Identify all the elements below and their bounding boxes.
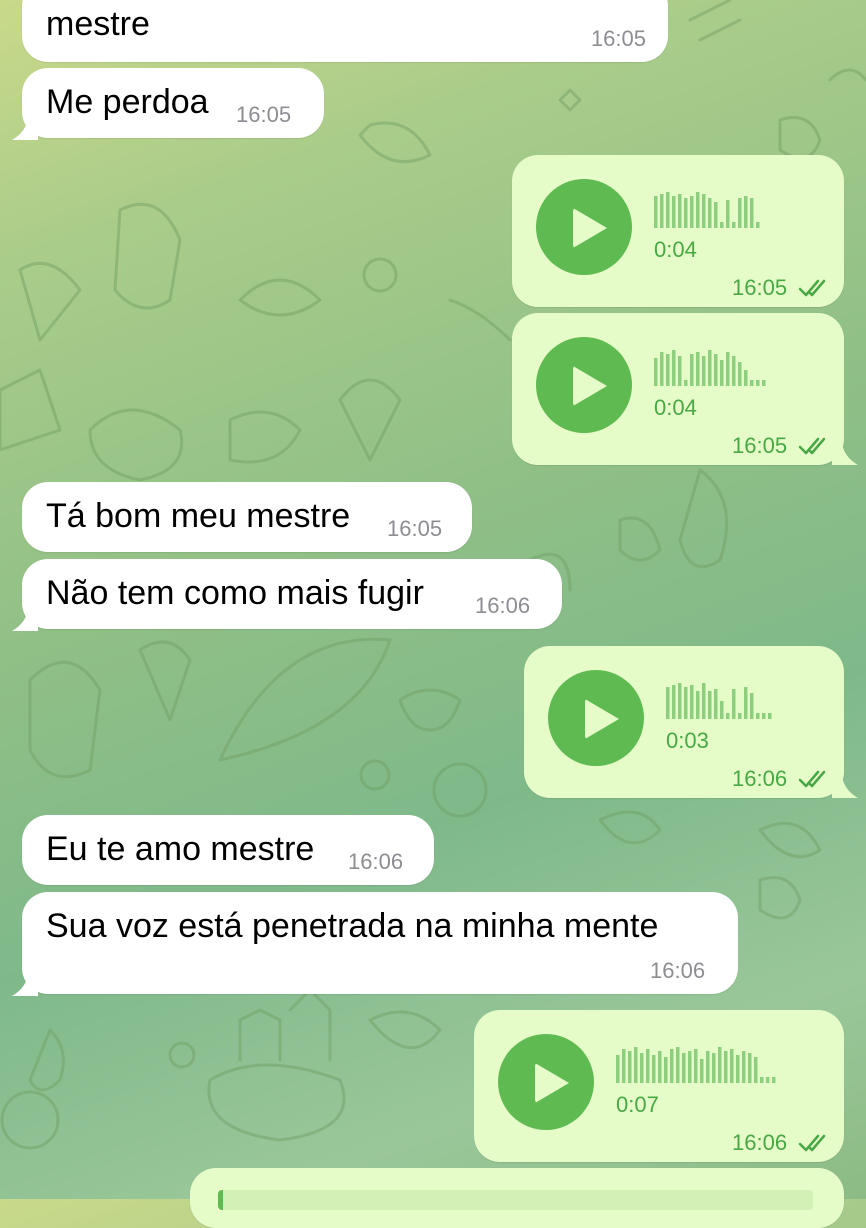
play-button[interactable] [536, 337, 632, 433]
outgoing-voice-message[interactable]: 0:03 16:06 [524, 646, 844, 798]
incoming-message[interactable]: Me perdoa 16:05 [22, 68, 324, 138]
message-text: Tá bom meu mestre [46, 497, 351, 535]
voice-duration: 0:07 [616, 1092, 659, 1117]
voice-duration: 0:03 [666, 728, 709, 753]
incoming-message[interactable]: Sua voz está penetrada na minha mente 16… [22, 892, 738, 994]
message-time: 16:05 [236, 102, 292, 127]
play-button[interactable] [548, 670, 644, 766]
outgoing-voice-message[interactable]: 0:07 16:06 [474, 1010, 844, 1162]
voice-duration: 0:04 [654, 237, 697, 262]
waveform[interactable] [654, 192, 804, 228]
incoming-message[interactable]: mestre 16:05 [22, 0, 668, 62]
waveform[interactable] [666, 683, 816, 719]
bubble-tail [12, 609, 38, 631]
outgoing-message-partial[interactable] [190, 1168, 844, 1228]
bubble-tail [832, 443, 858, 465]
message-text: Não tem como mais fugir [46, 574, 424, 612]
voice-duration: 0:04 [654, 395, 697, 420]
bubble-tail [12, 974, 38, 996]
message-time: 16:05 [732, 275, 788, 300]
waveform[interactable] [616, 1047, 816, 1083]
double-check-icon [798, 437, 826, 455]
double-check-icon [798, 1134, 826, 1152]
message-time: 16:06 [650, 958, 706, 983]
bubble-tail [12, 118, 38, 140]
message-text: Me perdoa [46, 83, 209, 121]
double-check-icon [798, 770, 826, 788]
message-text: mestre [46, 5, 150, 43]
outgoing-voice-message[interactable]: 0:04 16:05 [512, 313, 844, 465]
message-time: 16:06 [732, 766, 788, 791]
waveform[interactable] [654, 350, 804, 386]
play-button[interactable] [536, 179, 632, 275]
outgoing-voice-message[interactable]: 0:04 16:05 [512, 155, 844, 307]
incoming-message[interactable]: Eu te amo mestre 16:06 [22, 815, 434, 885]
message-time: 16:05 [387, 516, 443, 541]
message-time: 16:05 [732, 433, 788, 458]
message-time: 16:06 [732, 1130, 788, 1155]
message-time: 16:06 [348, 849, 404, 874]
incoming-message[interactable]: Tá bom meu mestre 16:05 [22, 482, 472, 552]
reply-quote-bar [218, 1190, 813, 1210]
bubble-tail [832, 776, 858, 798]
play-button[interactable] [498, 1034, 594, 1130]
message-time: 16:05 [590, 26, 646, 51]
double-check-icon [798, 279, 826, 297]
message-text: Sua voz está penetrada na minha mente [46, 907, 659, 945]
message-time: 16:06 [475, 593, 531, 618]
message-text: Eu te amo mestre [46, 830, 315, 868]
incoming-message[interactable]: Não tem como mais fugir 16:06 [22, 559, 562, 629]
